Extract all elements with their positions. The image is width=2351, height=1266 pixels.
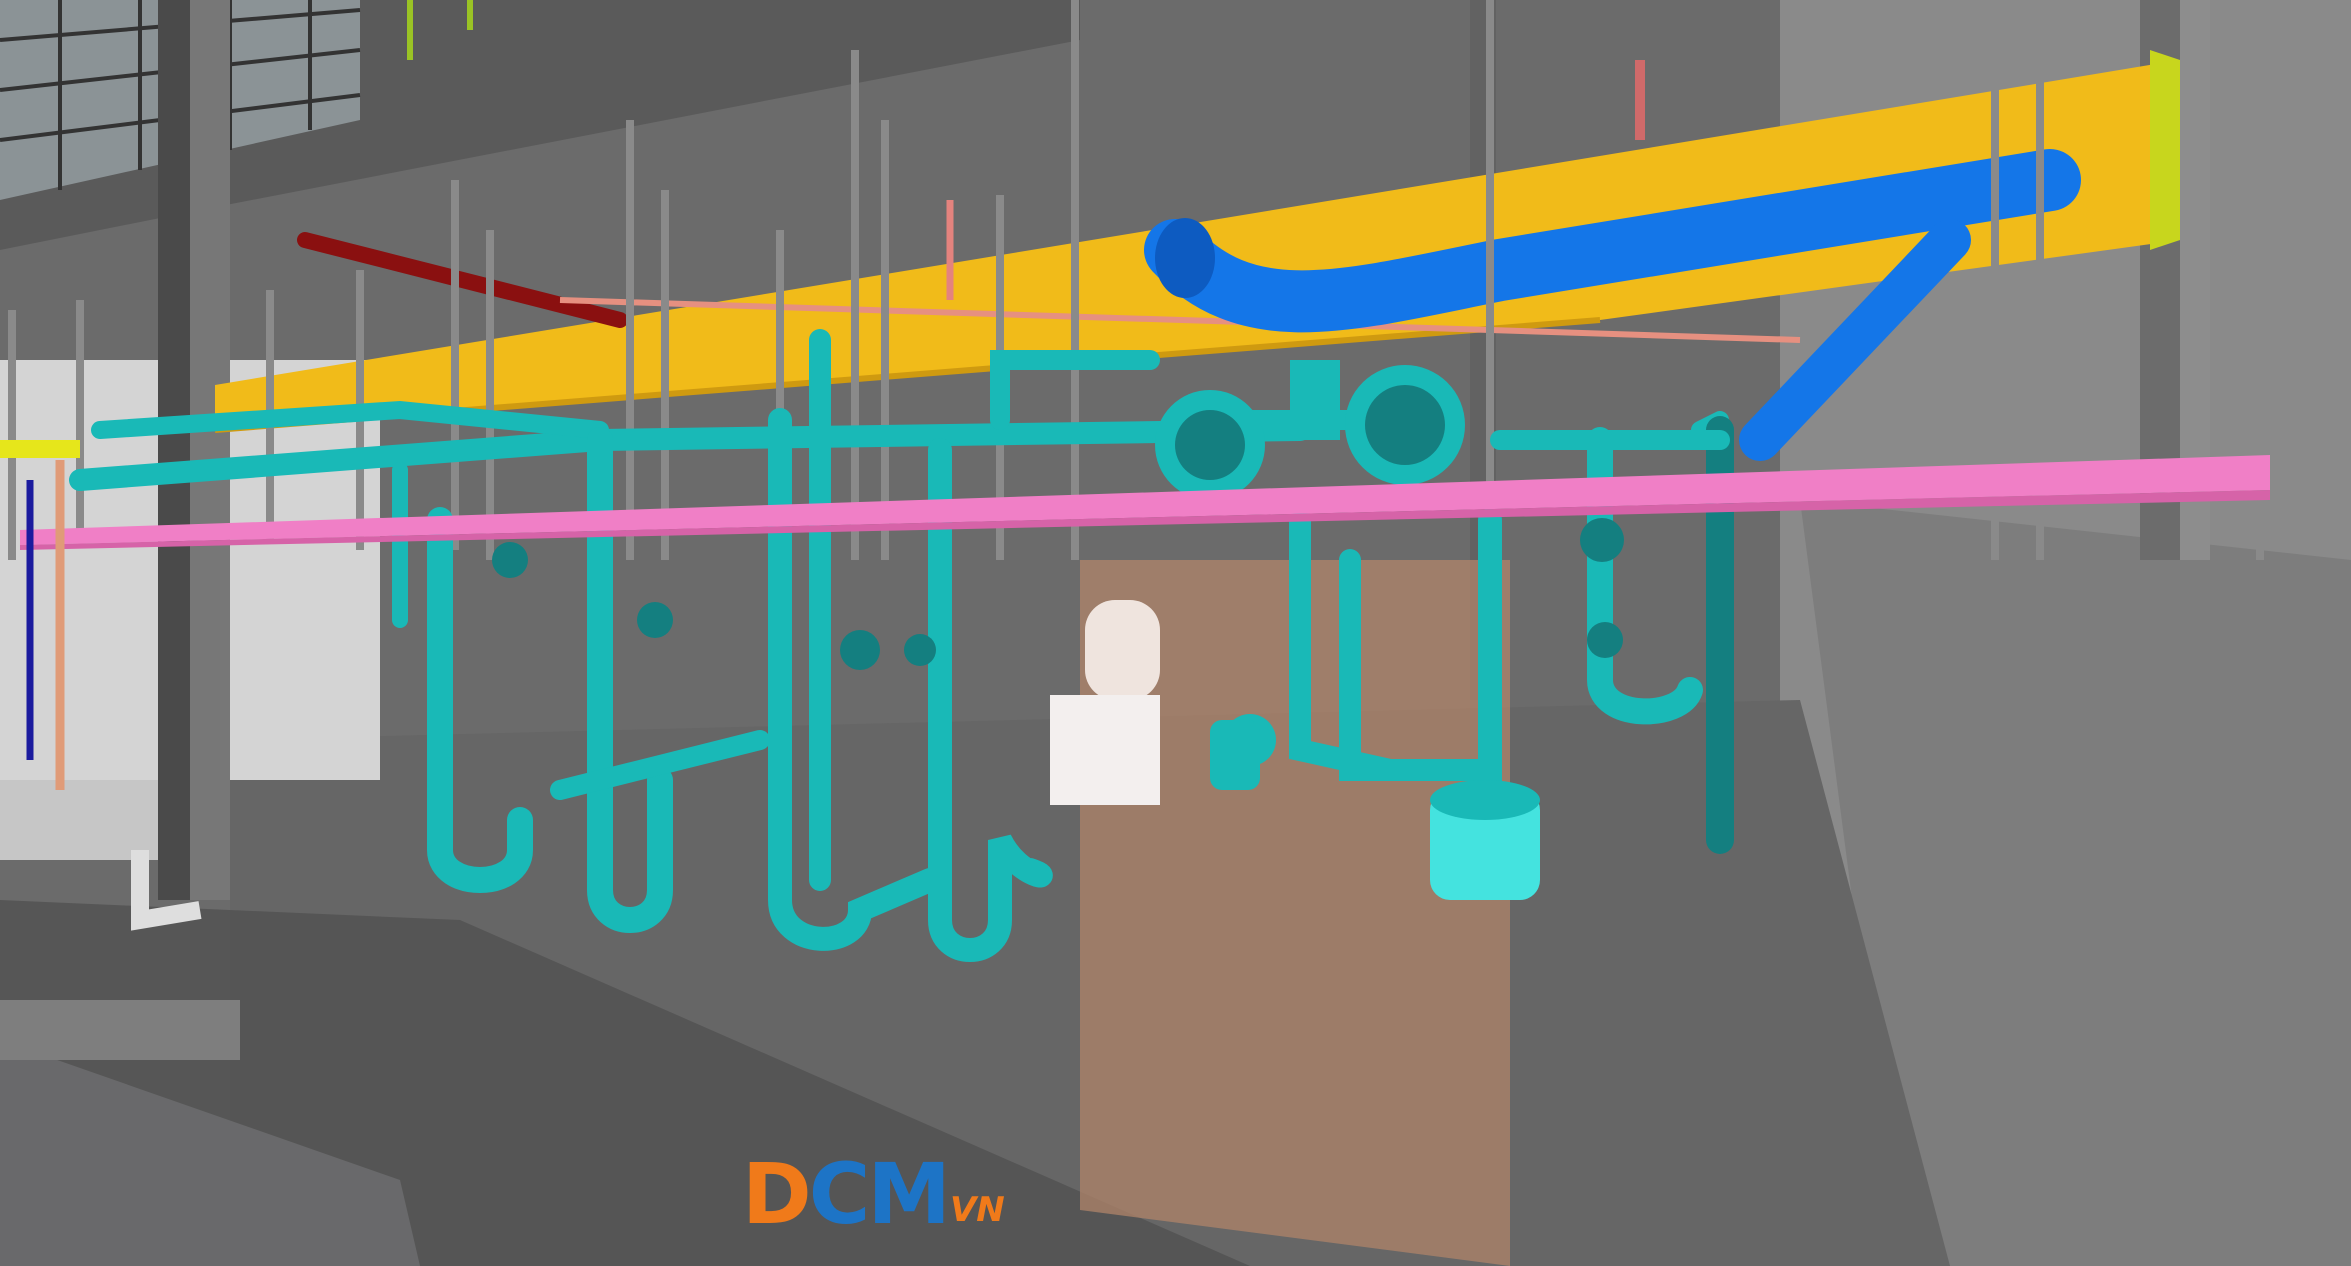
yellow-pipe — [0, 440, 80, 458]
logo-vn: VN — [949, 1190, 1005, 1230]
column-left-face — [190, 0, 230, 900]
mep-model-scene[interactable] — [0, 0, 2351, 1266]
blue-duct-end — [1155, 218, 1215, 298]
cable-tray-end — [2150, 50, 2180, 250]
beam-lower — [0, 1000, 240, 1060]
column-left — [158, 0, 190, 900]
bim-3d-viewport[interactable]: D CM VN — [0, 0, 2351, 1266]
logo-cm: CM — [808, 1145, 951, 1243]
dcm-logo: D CM VN — [742, 1152, 1005, 1236]
logo-icon: D — [742, 1145, 812, 1243]
